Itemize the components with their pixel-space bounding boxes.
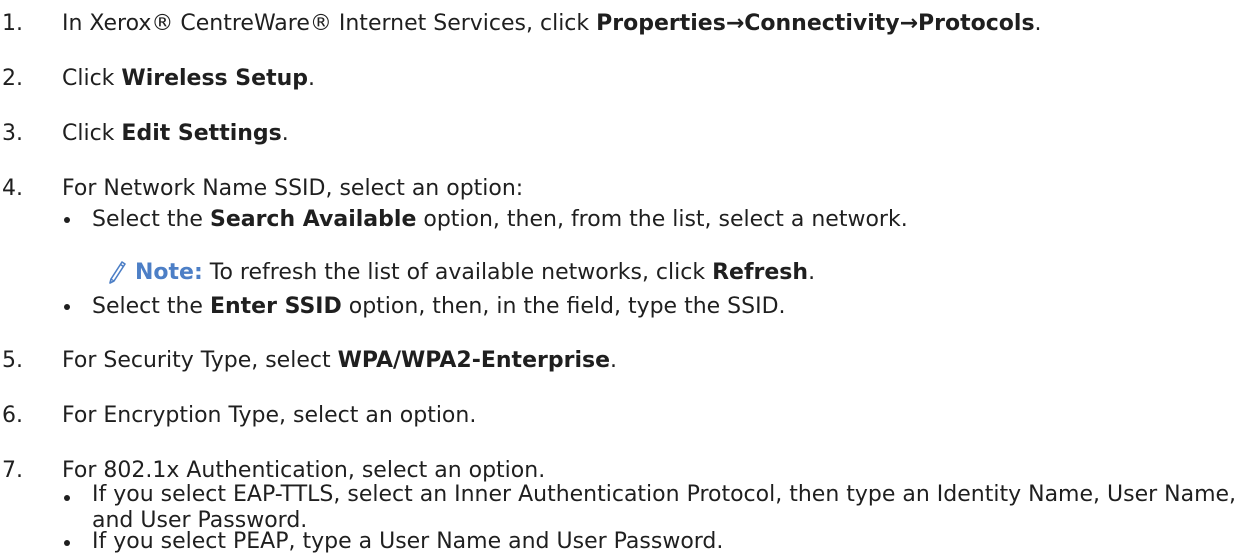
bullet-text-post: option, then, in the field, type the SSI… (341, 294, 786, 319)
step-text-post: . (308, 66, 316, 91)
bullet-text-post: option, then, from the list, select a ne… (416, 207, 908, 232)
step-text-pre: Click (62, 121, 122, 146)
step-text: In Xerox® CentreWare® Internet Services,… (62, 8, 1042, 39)
step-text-post: . (610, 348, 617, 373)
step-number: 5. (2, 348, 23, 373)
step-text-pre: Click (62, 66, 122, 91)
step-text: For Network Name SSID, select an option: (62, 176, 524, 201)
step-number: 4. (2, 176, 23, 201)
step-text: Click Edit Settings. (62, 118, 289, 149)
bullet-text: Select the Search Available option, then… (92, 204, 908, 235)
bullet-text: If you select PEAP, type a User Name and… (92, 529, 724, 554)
step-text: Click Wireless Setup. (62, 63, 315, 94)
step-text-bold: Wireless Setup (121, 66, 309, 91)
step-number: 6. (2, 403, 23, 428)
step-text-post: . (281, 121, 289, 146)
step-number: 7. (2, 458, 23, 483)
step-text: For Security Type, select WPA/WPA2-Enter… (62, 345, 617, 376)
step-text-pre: In Xerox® CentreWare® Internet Services,… (62, 11, 597, 36)
note-label: Note: (135, 260, 203, 285)
step-number: 3. (2, 121, 23, 146)
note: Note: To refresh the list of available n… (135, 257, 815, 288)
pencil-icon (109, 261, 126, 284)
note-text-post: . (808, 260, 816, 285)
procedure-document: 1. In Xerox® CentreWare® Internet Servic… (0, 0, 1249, 555)
bullet-text: Select the Enter SSID option, then, in t… (92, 291, 786, 322)
step-text-pre: For Security Type, select (62, 348, 338, 373)
note-text-bold: Refresh (712, 260, 809, 285)
bullet-text-pre: Select the (92, 294, 210, 319)
step-number: 2. (2, 66, 23, 91)
step-number: 1. (2, 11, 23, 36)
note-text-pre: To refresh the list of available network… (202, 260, 713, 285)
bullet-text-bold: Search Available (209, 207, 417, 232)
step-text-bold: WPA/WPA2-Enterprise (337, 348, 610, 373)
step-text-bold: Properties→Connectivity→Protocols (596, 11, 1035, 36)
bullet-text-pre: Select the (92, 207, 210, 232)
bullet-text-bold: Enter SSID (209, 294, 342, 319)
bullet-text: If you select EAP-TTLS, select an Inner … (92, 482, 1237, 533)
step-text-bold: Edit Settings (121, 121, 282, 146)
step-text-post: . (1034, 11, 1042, 36)
step-text: For Encryption Type, select an option. (62, 403, 477, 428)
